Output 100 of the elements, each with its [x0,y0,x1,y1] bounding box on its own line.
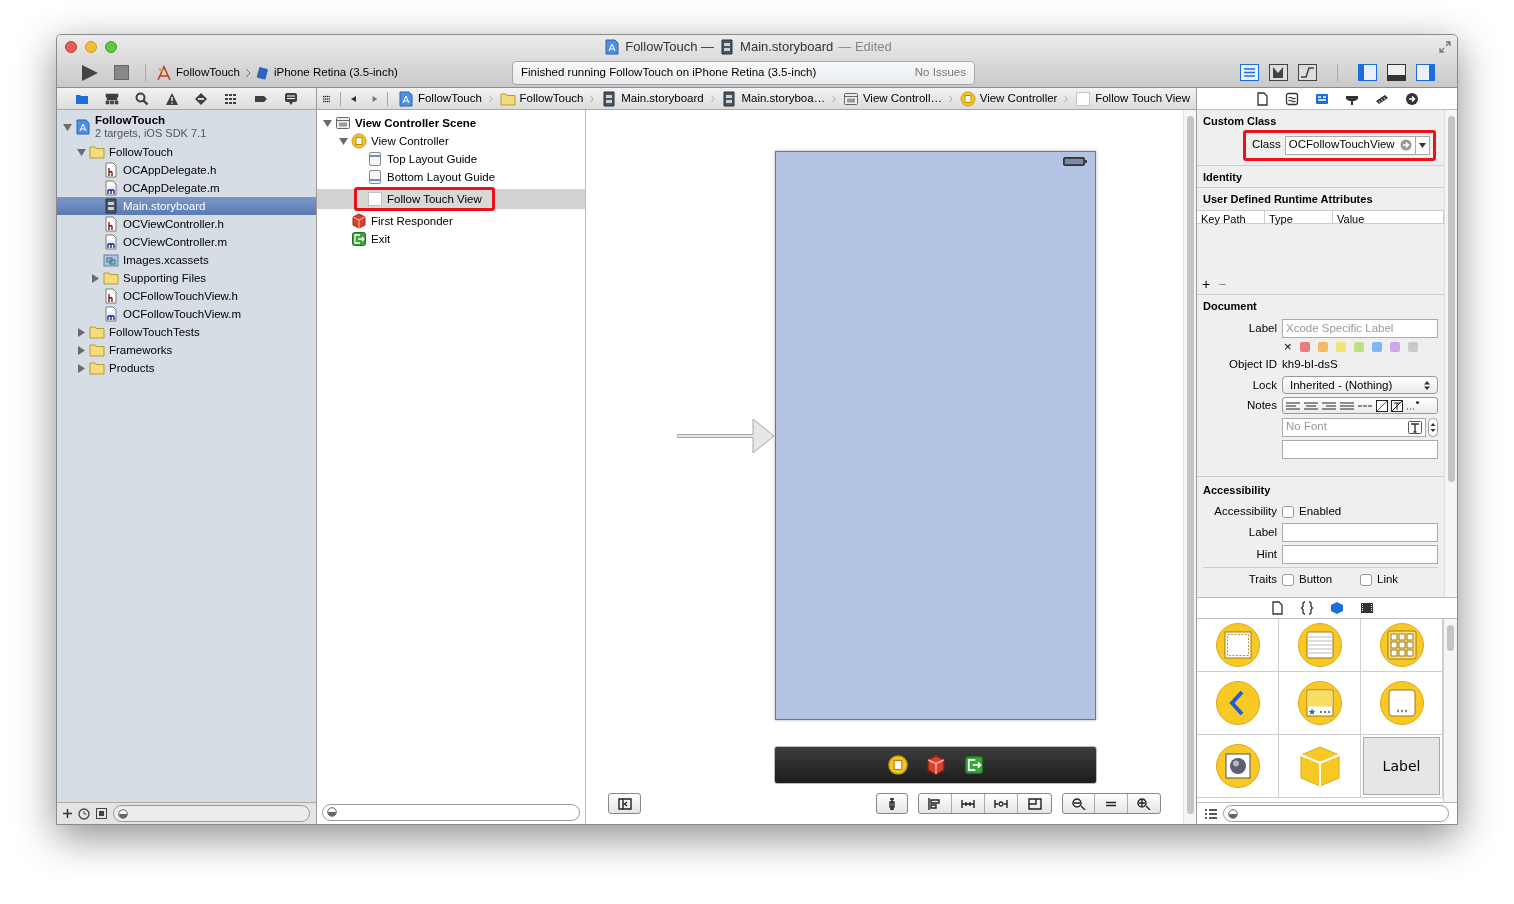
tree-row[interactable]: OCViewController.h [57,215,316,233]
file-template-icon[interactable] [1270,601,1284,615]
tree-row[interactable]: Supporting Files [57,269,316,287]
tree-row[interactable]: View Controller Scene [317,114,585,132]
forward-button[interactable] [371,93,378,104]
destination-selector[interactable]: iPhone Retina (3.5-inch) [255,63,398,82]
color-swatch[interactable] [1317,342,1328,352]
enabled-checkbox-row[interactable]: Enabled [1282,503,1438,521]
tree-row[interactable]: Main.storyboard [57,197,316,215]
left-panel-icon[interactable] [1358,64,1377,81]
tuxedo-icon[interactable] [1269,64,1288,81]
path-item[interactable]: View Controll… [842,89,942,108]
color-swatch[interactable] [1371,342,1382,352]
document-outline-button[interactable] [608,793,641,814]
hierarchy-icon[interactable] [104,91,119,106]
tree-row[interactable]: Exit [317,230,585,248]
close-button[interactable] [65,40,77,53]
checkbox[interactable] [1282,505,1294,518]
braces-icon[interactable] [1300,601,1314,615]
film-icon[interactable] [1360,601,1374,615]
right-panel-icon[interactable] [1416,64,1435,81]
scrollbar-thumb[interactable] [1186,116,1194,814]
path-item[interactable]: Follow Touch View [1075,89,1190,108]
expanded-triangle-icon[interactable] [339,136,348,146]
path-item[interactable]: FollowTouch [397,89,482,108]
tree-row[interactable]: Images.xcassets [57,251,316,269]
add-icon[interactable] [63,809,72,818]
scrollbar-thumb[interactable] [1447,116,1455,482]
path-item[interactable]: View Controller [959,89,1058,108]
color-swatch[interactable] [1407,342,1418,352]
accessibility-label-field[interactable] [1282,523,1438,543]
color-swatch[interactable] [1299,342,1310,352]
tree-row[interactable]: FollowTouch 2 targets, iOS SDK 7.1 [57,111,316,143]
tree-row[interactable]: Products [57,359,316,377]
tree-row[interactable]: OCAppDelegate.h [57,161,316,179]
grid-icon[interactable] [323,93,331,104]
fullscreen-icon[interactable] [1439,40,1451,53]
collapsed-triangle-icon[interactable] [77,345,86,355]
expanded-triangle-icon[interactable] [63,122,72,132]
filter-field[interactable] [1223,805,1449,822]
filter-field[interactable] [322,803,580,821]
add-button[interactable]: + [1202,275,1211,292]
list-icon[interactable] [1240,64,1259,81]
debug-icon[interactable] [224,91,239,106]
bottom-panel-icon[interactable] [1387,64,1406,81]
notes-toolbar[interactable] [1282,397,1438,415]
size-class-button[interactable] [876,793,908,814]
path-item[interactable]: Main.storyboard [601,89,704,108]
warning-icon[interactable] [164,91,179,106]
identity-inspector-icon[interactable] [1315,91,1329,106]
tree-row[interactable]: OCViewController.m [57,233,316,251]
hint-field[interactable] [1282,545,1438,565]
path-item[interactable]: FollowTouch [499,89,584,108]
checkbox[interactable] [1360,573,1372,586]
trait-checkbox-row[interactable]: Button [1282,571,1360,589]
scm-icon[interactable] [96,808,107,819]
curve-icon[interactable] [1298,64,1317,81]
clear-color-button[interactable]: × [1284,341,1292,353]
lock-popup[interactable]: Inherited - (Nothing) [1282,376,1438,395]
path-item[interactable]: Main.storyboa… [721,89,826,108]
color-swatch[interactable] [1389,342,1400,352]
help-inspector-icon[interactable] [1285,91,1299,106]
back-button[interactable] [351,93,357,104]
tree-row[interactable]: FollowTouchTests [57,323,316,341]
tree-row[interactable]: First Responder [317,212,585,230]
search-icon[interactable] [134,91,149,106]
filter-field[interactable] [113,805,310,822]
list-view-icon[interactable] [1205,808,1217,819]
color-swatch[interactable] [1353,342,1364,352]
scrollbar-thumb[interactable] [1447,625,1454,651]
expanded-triangle-icon[interactable] [323,118,332,128]
tree-row[interactable]: Frameworks [57,341,316,359]
cube-icon[interactable] [1330,601,1344,615]
log-icon[interactable] [284,91,299,106]
expanded-triangle-icon[interactable] [77,147,86,157]
tree-row[interactable]: OCFollowTouchView.h [57,287,316,305]
clock-icon[interactable] [78,807,90,820]
tree-row[interactable]: FollowTouch [57,143,316,161]
tree-row[interactable]: OCFollowTouchView.m [57,305,316,323]
color-swatch[interactable] [1335,342,1346,352]
chevron-left-icon [1214,680,1261,726]
tree-row[interactable]: OCAppDelegate.m [57,179,316,197]
collapsed-triangle-icon[interactable] [77,363,86,373]
collapsed-triangle-icon[interactable] [91,273,100,283]
file-inspector-icon[interactable] [1255,91,1269,106]
zoom-button[interactable] [105,40,117,53]
test-icon[interactable] [194,91,209,106]
scheme-selector[interactable]: FollowTouch [156,63,240,82]
connections-inspector-icon[interactable] [1405,91,1419,106]
tree-row[interactable]: Top Layout Guide [317,150,585,168]
collapsed-triangle-icon[interactable] [77,327,86,337]
tree-row[interactable]: View Controller [317,132,585,150]
notes-field[interactable] [1282,439,1438,459]
trait-checkbox-row[interactable]: Link [1360,571,1438,589]
checkbox[interactable] [1282,573,1294,586]
tree-row[interactable]: Bottom Layout Guide [317,168,585,186]
class-combo-box[interactable]: OCFollowTouchView [1284,135,1430,155]
stepper[interactable] [1428,417,1438,437]
tree-row[interactable]: Follow Touch View [317,189,585,209]
run-button[interactable] [81,63,99,82]
